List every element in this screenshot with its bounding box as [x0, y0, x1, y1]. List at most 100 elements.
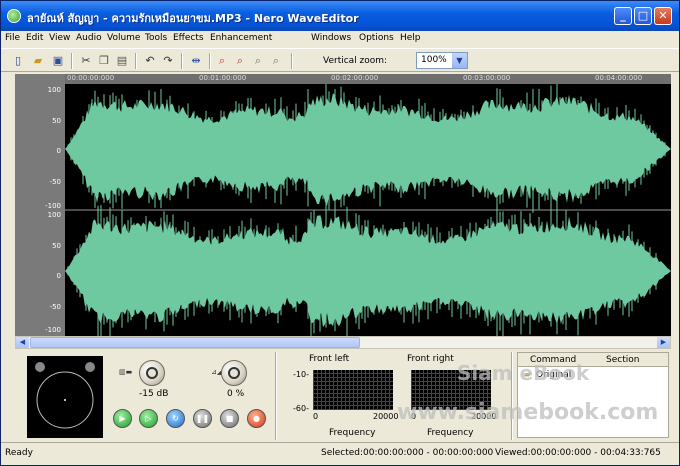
panel-divider	[275, 352, 277, 440]
ruler-tick-label: 00:03:00:000	[463, 74, 511, 82]
watermark-url: www.siamebook.com	[397, 400, 659, 425]
zoom-vertical-out-icon[interactable]: ⌕	[269, 54, 283, 68]
volume-value: -15 dB	[139, 389, 169, 399]
menu-view[interactable]: View	[49, 33, 70, 43]
zoom-out-icon[interactable]: ⌕	[233, 54, 247, 68]
undo-icon[interactable]: ↶	[143, 54, 157, 68]
close-button[interactable]: ✕	[654, 7, 672, 25]
vertical-zoom-label: Vertical zoom:	[323, 56, 388, 66]
new-file-icon[interactable]: ▯	[11, 54, 25, 68]
amp-label-ch2: 100	[47, 211, 61, 219]
pause-button[interactable]: ❚❚	[193, 409, 212, 428]
balance-knob[interactable]	[221, 360, 247, 386]
toolbar-separator	[291, 53, 293, 69]
play-icon: ▶	[119, 414, 126, 423]
menu-help[interactable]: Help	[400, 33, 421, 43]
amp-label-ch2: -50	[49, 303, 61, 311]
amp-label-ch1: -50	[49, 178, 61, 186]
waveform-canvas[interactable]	[65, 84, 671, 336]
menu-audio[interactable]: Audio	[76, 33, 102, 43]
horizontal-scrollbar[interactable]: ◀ ▶	[15, 336, 671, 349]
balance-value: 0 %	[227, 389, 245, 399]
minimize-button[interactable]: _	[614, 7, 632, 25]
ruler-tick-label: 00:00:00:000	[67, 74, 115, 82]
scrollbar-thumb[interactable]	[30, 337, 360, 348]
play-from-cursor-button[interactable]: ▷	[139, 409, 158, 428]
chevron-down-icon[interactable]: ▼	[452, 53, 467, 68]
toolbar-separator	[181, 53, 183, 69]
title-bar[interactable]: ลายัณห์ สัญญา - ความรักเหมือนยาขม.MP3 - …	[1, 1, 679, 31]
column-section[interactable]: Section	[606, 355, 639, 365]
menu-enhancement[interactable]: Enhancement	[210, 33, 272, 43]
status-ready: Ready	[5, 448, 33, 458]
toolbar-separator	[71, 53, 73, 69]
amp-label-ch1: 100	[47, 86, 61, 94]
spectrum-y-bottom-label: -60-	[293, 404, 309, 413]
stop-icon: ■	[225, 414, 234, 423]
spectrum-left-display	[313, 370, 393, 410]
menu-windows[interactable]: Windows	[311, 33, 351, 43]
play-from-cursor-icon: ▷	[145, 414, 152, 423]
vertical-zoom-select[interactable]: 100% ▼	[416, 52, 468, 69]
maximize-button[interactable]: □	[634, 7, 652, 25]
amplitude-axis: 100 50 0 -50 -100 100 50 0 -50 -100	[15, 74, 65, 336]
amp-label-ch2: 50	[52, 242, 61, 250]
waveform-editor[interactable]: 00:00:00:000 00:01:00:000 00:02:00:000 0…	[15, 74, 671, 336]
copy-icon[interactable]: ❐	[97, 54, 111, 68]
amp-label-ch2: 0	[56, 272, 61, 280]
record-icon: ●	[253, 414, 260, 423]
menu-tools[interactable]: Tools	[145, 33, 167, 43]
phase-scope-graphic	[35, 362, 95, 429]
toolbar: ▯ ▰ ▣ ✂ ❐ ▤ ↶ ↷ ⇹ ⌕ ⌕ ⌕ ⌕ Vertical zoom:…	[1, 48, 679, 72]
record-button[interactable]: ●	[247, 409, 266, 428]
status-viewed: Viewed:00:00:00:000 - 00:04:33:765	[495, 448, 661, 458]
nero-app-icon	[7, 9, 21, 23]
spectrum-right-title: Front right	[407, 354, 454, 364]
zoom-vertical-in-icon[interactable]: ⌕	[251, 54, 265, 68]
spectrum-left-title: Front left	[309, 354, 350, 364]
menu-file[interactable]: File	[5, 33, 20, 43]
play-button[interactable]: ▶	[113, 409, 132, 428]
spectrum-left-xlabel: Frequency	[329, 428, 376, 438]
amp-label-ch1: 0	[56, 147, 61, 155]
ruler-tick-label: 00:01:00:000	[199, 74, 247, 82]
toolbar-separator	[209, 53, 211, 69]
paste-icon[interactable]: ▤	[115, 54, 129, 68]
ruler-tick-label: 00:04:00:000	[595, 74, 643, 82]
volume-knob[interactable]	[139, 360, 165, 386]
amp-label-ch2: -100	[45, 326, 61, 334]
spectrum-left-xmin: 0	[313, 412, 319, 421]
toolbar-separator	[135, 53, 137, 69]
pause-icon: ❚❚	[195, 414, 210, 423]
menu-options[interactable]: Options	[359, 33, 394, 43]
ruler-tick-label: 00:02:00:000	[331, 74, 379, 82]
spectrum-y-top-label: -10-	[293, 370, 309, 379]
scroll-right-icon[interactable]: ▶	[657, 337, 670, 348]
amp-label-ch1: 50	[52, 117, 61, 125]
vertical-zoom-value: 100%	[421, 55, 447, 65]
save-icon[interactable]: ▣	[51, 54, 65, 68]
volume-icon: ▥▬	[119, 368, 133, 376]
scroll-left-icon[interactable]: ◀	[16, 337, 29, 348]
status-selected: Selected:00:00:00:000 - 00:00:00:000	[321, 448, 494, 458]
fit-selection-icon[interactable]: ⇹	[189, 54, 203, 68]
stop-button[interactable]: ■	[220, 409, 239, 428]
watermark-text: Siam eBook	[457, 361, 590, 385]
redo-icon[interactable]: ↷	[161, 54, 175, 68]
cut-icon[interactable]: ✂	[79, 54, 93, 68]
loop-button[interactable]: ↻	[166, 409, 185, 428]
status-bar: Ready Selected:00:00:00:000 - 00:00:00:0…	[1, 442, 679, 465]
loop-icon: ↻	[172, 414, 179, 423]
app-window: ลายัณห์ สัญญา - ความรักเหมือนยาขม.MP3 - …	[0, 0, 680, 466]
time-ruler[interactable]: 00:00:00:000 00:01:00:000 00:02:00:000 0…	[65, 74, 671, 84]
zoom-in-icon[interactable]: ⌕	[215, 54, 229, 68]
menu-bar: File Edit View Audio Volume Tools Effect…	[1, 31, 679, 47]
menu-edit[interactable]: Edit	[26, 33, 43, 43]
menu-volume[interactable]: Volume	[107, 33, 140, 43]
menu-effects[interactable]: Effects	[173, 33, 204, 43]
open-folder-icon[interactable]: ▰	[31, 54, 45, 68]
amp-label-ch1: -100	[45, 202, 61, 210]
spectrum-left-xmax: 20000	[373, 412, 399, 421]
spectrum-right-xlabel: Frequency	[427, 428, 474, 438]
window-title: ลายัณห์ สัญญา - ความรักเหมือนยาขม.MP3 - …	[27, 12, 359, 25]
